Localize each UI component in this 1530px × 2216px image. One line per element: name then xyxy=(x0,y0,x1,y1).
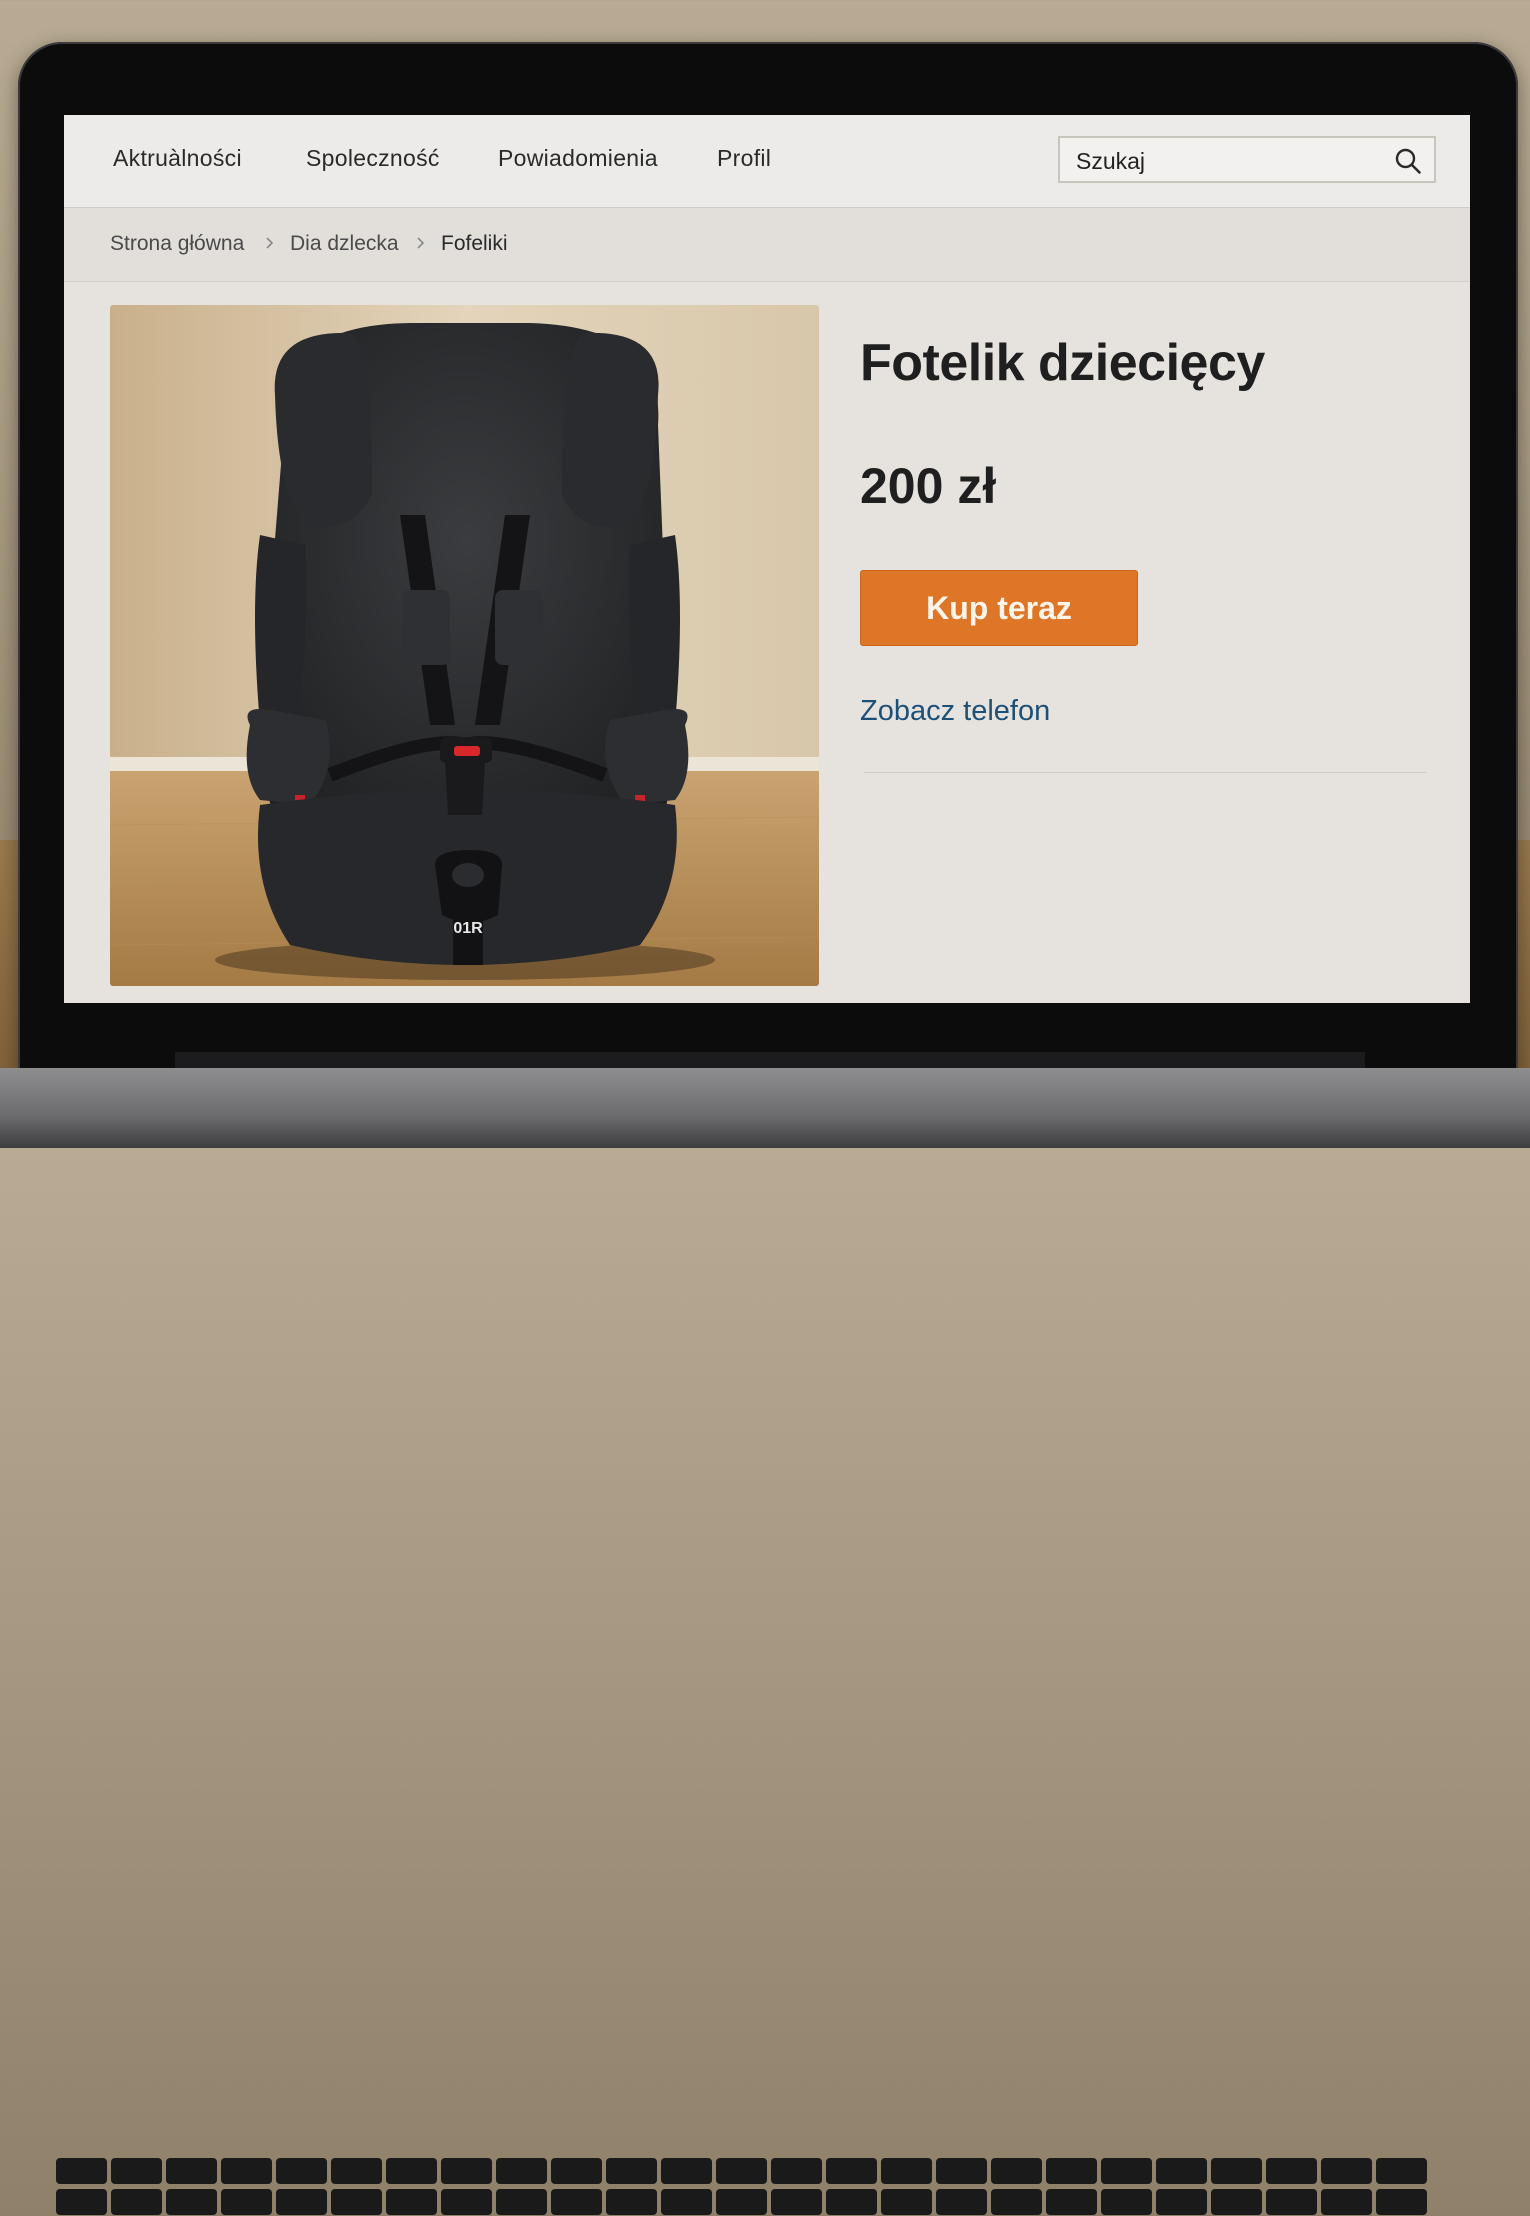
keyboard-key xyxy=(331,2189,382,2215)
keyboard-key xyxy=(1156,2189,1207,2215)
keyboard xyxy=(50,2158,1480,2216)
search-box xyxy=(1058,136,1436,183)
keyboard-key xyxy=(716,2189,767,2215)
keyboard-key xyxy=(56,2158,107,2184)
chevron-right-icon xyxy=(266,237,274,249)
keyboard-key xyxy=(496,2158,547,2184)
keyboard-key xyxy=(1321,2158,1372,2184)
keyboard-key xyxy=(661,2158,712,2184)
keyboard-key xyxy=(881,2189,932,2215)
keyboard-key xyxy=(606,2189,657,2215)
keyboard-key xyxy=(771,2158,822,2184)
show-phone-link[interactable]: Zobacz telefon xyxy=(860,695,1050,728)
keyboard-key xyxy=(441,2158,492,2184)
keyboard-key xyxy=(221,2158,272,2184)
keyboard-key xyxy=(936,2189,987,2215)
keyboard-key xyxy=(1101,2189,1152,2215)
breadcrumb: Strona główna Dia dzlecka Fofeliki xyxy=(64,208,1470,282)
buy-now-button[interactable]: Kup teraz xyxy=(860,570,1138,646)
keyboard-key xyxy=(881,2158,932,2184)
keyboard-key xyxy=(496,2189,547,2215)
keyboard-key xyxy=(551,2158,602,2184)
divider xyxy=(864,772,1426,773)
keyboard-key xyxy=(551,2189,602,2215)
breadcrumb-current: Fofeliki xyxy=(441,232,508,255)
buckle-label: 01R xyxy=(453,920,483,937)
keyboard-key xyxy=(826,2189,877,2215)
keyboard-key xyxy=(771,2189,822,2215)
keyboard-key xyxy=(111,2158,162,2184)
keyboard-key xyxy=(1266,2189,1317,2215)
keyboard-key xyxy=(1376,2189,1427,2215)
keyboard-key xyxy=(991,2189,1042,2215)
product-image[interactable]: 01R xyxy=(110,305,819,986)
keyboard-key xyxy=(386,2189,437,2215)
keyboard-key xyxy=(221,2189,272,2215)
keyboard-key xyxy=(1046,2158,1097,2184)
keyboard-key xyxy=(441,2189,492,2215)
keyboard-key xyxy=(826,2158,877,2184)
search-icon[interactable] xyxy=(1394,147,1422,175)
search-input[interactable] xyxy=(1074,146,1378,176)
keyboard-key xyxy=(1156,2158,1207,2184)
keyboard-key xyxy=(1376,2158,1427,2184)
keyboard-key xyxy=(936,2158,987,2184)
keyboard-key xyxy=(1101,2158,1152,2184)
keyboard-key xyxy=(276,2189,327,2215)
keyboard-key xyxy=(56,2189,107,2215)
top-navigation: Aktruàlności Spoleczność Powiadomienia P… xyxy=(64,115,1470,208)
keyboard-key xyxy=(111,2189,162,2215)
keyboard-key xyxy=(661,2189,712,2215)
car-seat-image: 01R xyxy=(110,305,819,986)
keyboard-key xyxy=(1211,2189,1262,2215)
breadcrumb-home[interactable]: Strona główna xyxy=(110,232,244,256)
keyboard-key xyxy=(606,2158,657,2184)
browser-screen: Aktruàlności Spoleczność Powiadomienia P… xyxy=(64,115,1470,1003)
laptop-base xyxy=(0,1068,1530,2215)
keyboard-key xyxy=(166,2158,217,2184)
keyboard-key xyxy=(1211,2158,1262,2184)
nav-item-news[interactable]: Aktruàlności xyxy=(113,145,242,172)
product-price: 200 zł xyxy=(860,458,997,514)
keyboard-key xyxy=(386,2158,437,2184)
chevron-right-icon xyxy=(417,237,425,249)
product-title: Fotelik dziecięcy xyxy=(860,334,1265,392)
keyboard-key xyxy=(991,2158,1042,2184)
nav-item-profile[interactable]: Profil xyxy=(717,145,771,172)
nav-item-community[interactable]: Spoleczność xyxy=(306,145,440,172)
keyboard-key xyxy=(276,2158,327,2184)
keyboard-key xyxy=(331,2158,382,2184)
keyboard-key xyxy=(1266,2158,1317,2184)
nav-item-notifications[interactable]: Powiadomienia xyxy=(498,145,658,172)
keyboard-key xyxy=(166,2189,217,2215)
breadcrumb-category[interactable]: Dia dzlecka xyxy=(290,232,399,256)
keyboard-key xyxy=(1321,2189,1372,2215)
keyboard-key xyxy=(716,2158,767,2184)
keyboard-key xyxy=(1046,2189,1097,2215)
